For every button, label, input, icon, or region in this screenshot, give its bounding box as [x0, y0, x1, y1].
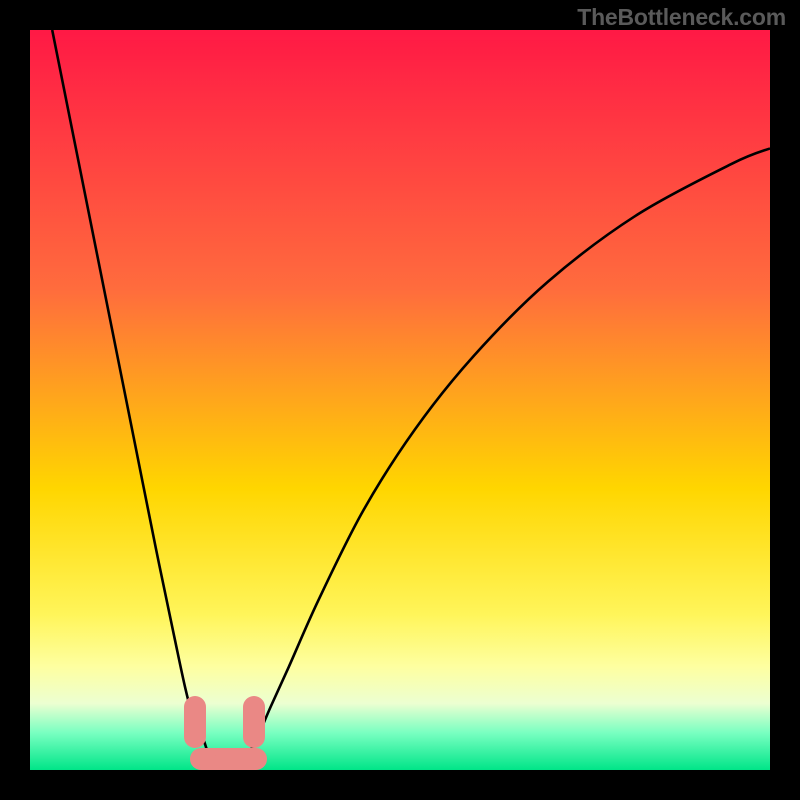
plot-area — [30, 30, 770, 770]
gradient-background — [30, 30, 770, 770]
data-marker — [184, 696, 206, 748]
data-marker — [243, 696, 265, 748]
watermark: TheBottleneck.com — [577, 4, 786, 31]
data-marker — [215, 748, 267, 770]
